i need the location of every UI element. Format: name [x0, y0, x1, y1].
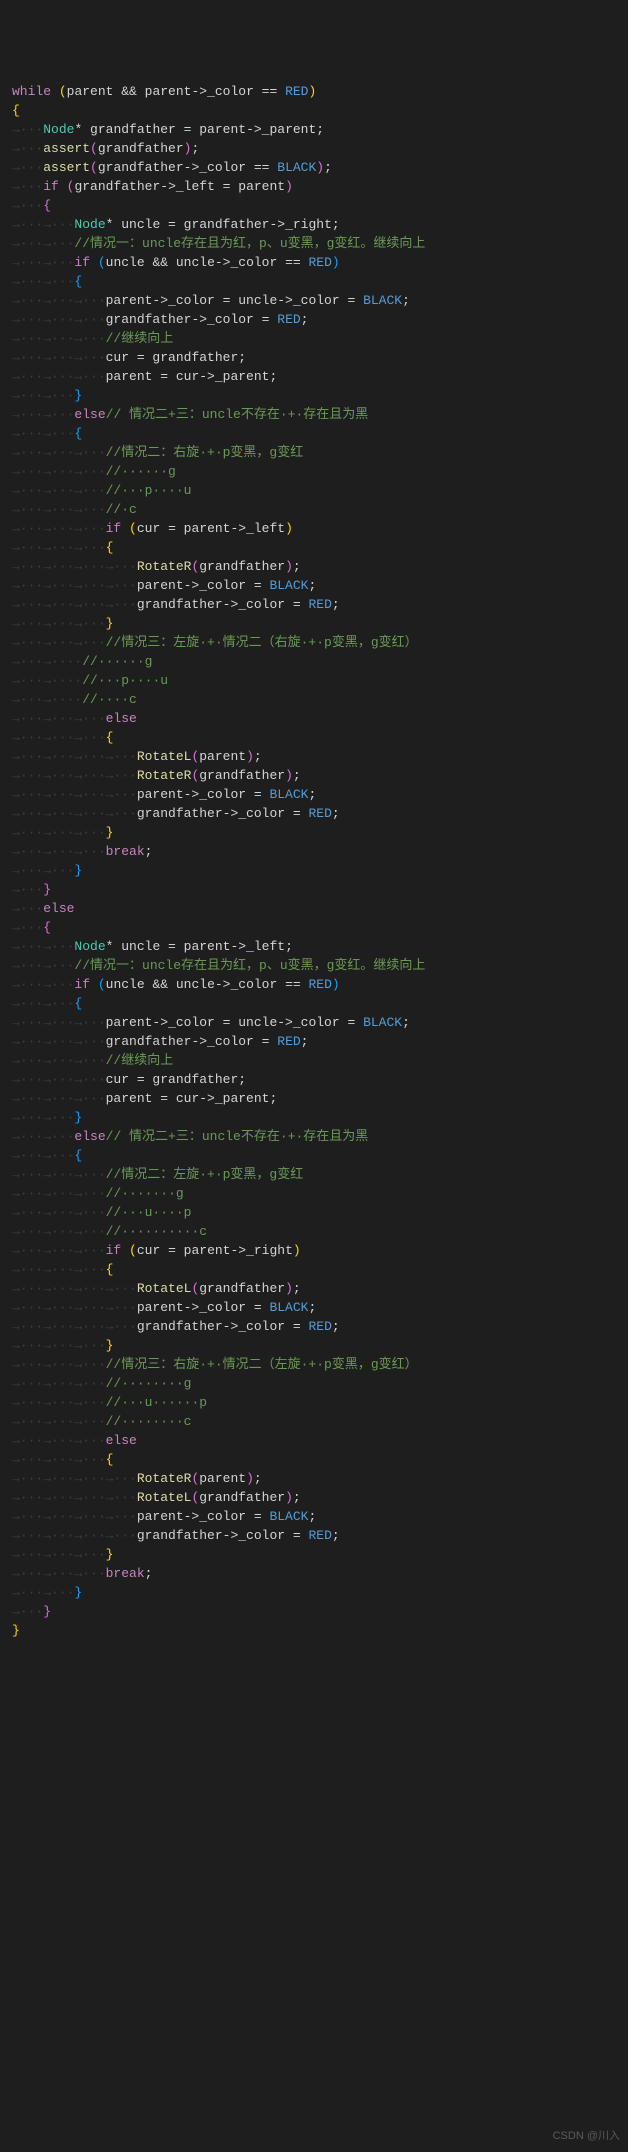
code-line: →···{: [12, 196, 616, 215]
code-line: →···→···Node* uncle = grandfather->_righ…: [12, 215, 616, 234]
code-line: →···→···→···//情况二：左旋·+·p变黑，g变红: [12, 1165, 616, 1184]
code-line: →···→···→···→···RotateR(grandfather);: [12, 557, 616, 576]
code-line: }: [12, 1621, 616, 1640]
code-line: →···→···→···→···RotateL(parent);: [12, 747, 616, 766]
code-line: →···→···→···//········c: [12, 1412, 616, 1431]
code-line: →···→···{: [12, 994, 616, 1013]
code-line: →···→···→···→···RotateR(parent);: [12, 1469, 616, 1488]
code-line: →···→···→···}: [12, 1545, 616, 1564]
code-line: →···Node* grandfather = parent->_parent;: [12, 120, 616, 139]
code-line: →···→···→···{: [12, 1450, 616, 1469]
code-line: →···→···{: [12, 272, 616, 291]
code-line: →···→···if (uncle && uncle->_color == RE…: [12, 975, 616, 994]
code-line: while (parent && parent->_color == RED): [12, 82, 616, 101]
code-line: →···if (grandfather->_left = parent): [12, 177, 616, 196]
code-line: →···→····//····c: [12, 690, 616, 709]
code-line: →···→···→···}: [12, 823, 616, 842]
code-line: →···→····//···p····u: [12, 671, 616, 690]
code-line: →···→···→···else: [12, 1431, 616, 1450]
code-line: →···→···→···parent->_color = uncle->_col…: [12, 291, 616, 310]
code-line: {: [12, 101, 616, 120]
code-line: →···→···→···grandfather->_color = RED;: [12, 310, 616, 329]
code-line: →···}: [12, 1602, 616, 1621]
code-line: →···→···→···//·······g: [12, 1184, 616, 1203]
code-line: →···→···→···//情况三：右旋·+·情况二（左旋·+·p变黑，g变红）: [12, 1355, 616, 1374]
code-line: →···→···→···if (cur = parent->_left): [12, 519, 616, 538]
code-line: →···→···→···→···grandfather->_color = RE…: [12, 595, 616, 614]
code-line: →···→···→···//········g: [12, 1374, 616, 1393]
code-line: →···→···→···→···RotateL(grandfather);: [12, 1488, 616, 1507]
code-line: →···→···→···→···parent->_color = BLACK;: [12, 785, 616, 804]
code-line: →···{: [12, 918, 616, 937]
code-line: →···→···→···→···RotateL(grandfather);: [12, 1279, 616, 1298]
code-line: →···}: [12, 880, 616, 899]
code-line: →···→···→···parent = cur->_parent;: [12, 367, 616, 386]
code-line: →···→····//······g: [12, 652, 616, 671]
watermark: CSDN @川入: [553, 2127, 620, 2146]
code-line: →···→···→···//继续向上: [12, 329, 616, 348]
code-line: →···→···}: [12, 386, 616, 405]
code-line: →···→···→···//···p····u: [12, 481, 616, 500]
code-line: →···→···→···//···u····p: [12, 1203, 616, 1222]
code-line: →···→···→···parent = cur->_parent;: [12, 1089, 616, 1108]
code-line: →···assert(grandfather->_color == BLACK)…: [12, 158, 616, 177]
code-line: →···→···→···else: [12, 709, 616, 728]
code-line: →···→···{: [12, 424, 616, 443]
code-line: →···→···→···//·c: [12, 500, 616, 519]
code-line: →···→···→···{: [12, 728, 616, 747]
code-line: →···→···//情况一：uncle存在且为红，p、u变黑，g变红。继续向上: [12, 956, 616, 975]
code-line: →···→···→···→···grandfather->_color = RE…: [12, 1526, 616, 1545]
code-line: →···→···→···grandfather->_color = RED;: [12, 1032, 616, 1051]
code-line: →···assert(grandfather);: [12, 139, 616, 158]
code-line: →···→···→···→···RotateR(grandfather);: [12, 766, 616, 785]
code-line: →···→···→···{: [12, 538, 616, 557]
code-line: →···→···{: [12, 1146, 616, 1165]
code-line: →···→···}: [12, 1108, 616, 1127]
code-line: →···→···Node* uncle = parent->_left;: [12, 937, 616, 956]
code-line: →···→···→···parent->_color = uncle->_col…: [12, 1013, 616, 1032]
code-line: →···else: [12, 899, 616, 918]
code-line: →···→···}: [12, 861, 616, 880]
code-line: →···→···→···}: [12, 614, 616, 633]
code-line: →···→···→···→···parent->_color = BLACK;: [12, 1507, 616, 1526]
code-line: →···→···else// 情况二+三：uncle不存在·+·存在且为黑: [12, 405, 616, 424]
code-line: →···→···→···//继续向上: [12, 1051, 616, 1070]
code-line: →···→···if (uncle && uncle->_color == RE…: [12, 253, 616, 272]
code-line: →···→···→···if (cur = parent->_right): [12, 1241, 616, 1260]
code-line: →···→···→···//······g: [12, 462, 616, 481]
code-line: →···→···→···//情况三：左旋·+·情况二（右旋·+·p变黑，g变红）: [12, 633, 616, 652]
code-line: →···→···→···//情况二：右旋·+·p变黑，g变红: [12, 443, 616, 462]
code-line: →···→···→···//···u······p: [12, 1393, 616, 1412]
code-line: →···→···→···//··········c: [12, 1222, 616, 1241]
code-line: →···→···→···cur = grandfather;: [12, 1070, 616, 1089]
code-line: →···→···→···→···grandfather->_color = RE…: [12, 1317, 616, 1336]
code-line: →···→···→···break;: [12, 1564, 616, 1583]
code-line: →···→···→···cur = grandfather;: [12, 348, 616, 367]
code-line: →···→···→···→···parent->_color = BLACK;: [12, 576, 616, 595]
code-line: →···→···→···break;: [12, 842, 616, 861]
code-line: →···→···→···{: [12, 1260, 616, 1279]
code-line: →···→···→···→···parent->_color = BLACK;: [12, 1298, 616, 1317]
code-line: →···→···//情况一：uncle存在且为红，p、u变黑，g变红。继续向上: [12, 234, 616, 253]
code-line: →···→···→···}: [12, 1336, 616, 1355]
code-line: →···→···}: [12, 1583, 616, 1602]
code-block: while (parent && parent->_color == RED){…: [12, 82, 616, 1640]
code-line: →···→···else// 情况二+三：uncle不存在·+·存在且为黑: [12, 1127, 616, 1146]
code-line: →···→···→···→···grandfather->_color = RE…: [12, 804, 616, 823]
